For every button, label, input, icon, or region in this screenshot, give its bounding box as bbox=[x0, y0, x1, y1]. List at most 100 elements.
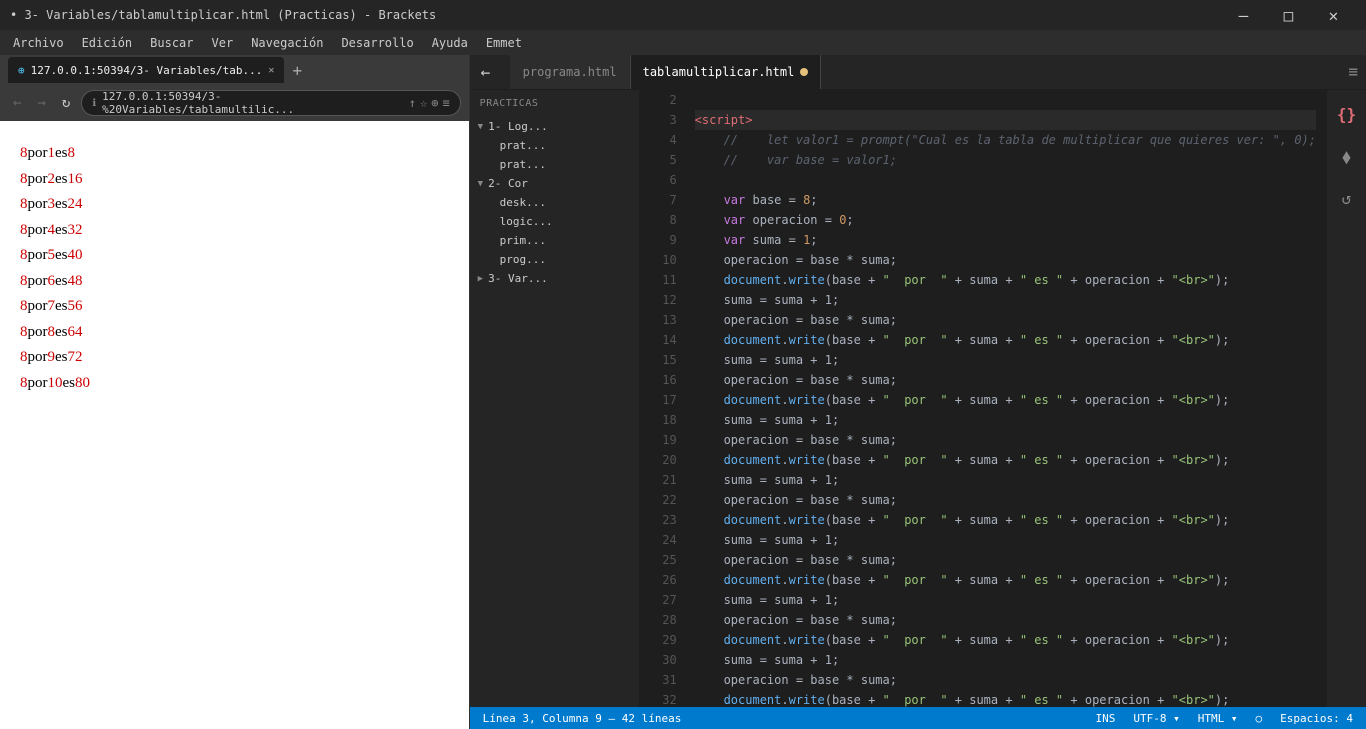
address-bar[interactable]: ℹ 127.0.0.1:50394/3-%20Variables/tablamu… bbox=[81, 90, 460, 116]
nav-back-button[interactable]: ← bbox=[8, 93, 26, 113]
code-line bbox=[695, 90, 1316, 110]
close-button[interactable]: ✕ bbox=[1311, 0, 1356, 30]
right-icon-sync[interactable]: ↺ bbox=[1331, 182, 1363, 214]
title-bar-title: • 3- Variables/tablamultiplicar.html (Pr… bbox=[10, 8, 436, 22]
status-position[interactable]: Línea 3, Columna 9 — 42 líneas bbox=[480, 712, 685, 725]
line-number: 30 bbox=[648, 650, 677, 670]
tree-item-label-prat2: prat... bbox=[500, 158, 546, 171]
line-number: 25 bbox=[648, 550, 677, 570]
tab-programa[interactable]: programa.html bbox=[510, 55, 630, 89]
status-circle: ○ bbox=[1253, 712, 1266, 725]
browser-tab-close[interactable]: ✕ bbox=[268, 65, 274, 76]
tree-item-logic[interactable]: logic... bbox=[470, 212, 639, 231]
code-line: document.write(base + " por " + suma + "… bbox=[695, 630, 1316, 650]
browser-panel: ⊕ 127.0.0.1:50394/3- Variables/tab... ✕ … bbox=[0, 55, 470, 729]
nav-reload-button[interactable]: ↻ bbox=[57, 93, 75, 113]
line-number: 3 bbox=[648, 110, 677, 130]
menu-desarrollo[interactable]: Desarrollo bbox=[333, 34, 421, 52]
menu-ayuda[interactable]: Ayuda bbox=[424, 34, 476, 52]
code-line: var suma = 1; bbox=[695, 230, 1316, 250]
line-number: 10 bbox=[648, 250, 677, 270]
share-icon[interactable]: ↑ bbox=[409, 96, 416, 110]
code-line: suma = suma + 1; bbox=[695, 470, 1316, 490]
status-ins[interactable]: INS bbox=[1093, 712, 1119, 725]
right-sidebar: {} ⬧ ↺ bbox=[1326, 90, 1366, 707]
menu-emmet[interactable]: Emmet bbox=[478, 34, 530, 52]
star-icon[interactable]: ☆ bbox=[420, 96, 427, 110]
code-line: document.write(base + " por " + suma + "… bbox=[695, 570, 1316, 590]
right-icon-brackets[interactable]: {} bbox=[1331, 98, 1363, 130]
line-number: 22 bbox=[648, 490, 677, 510]
lock-icon: ℹ bbox=[92, 98, 96, 109]
code-line: // var base = valor1; bbox=[695, 150, 1316, 170]
status-right: INS UTF-8 ▾ HTML ▾ ○ Espacios: 4 bbox=[1093, 712, 1356, 725]
tree-arrow-3: ▶ bbox=[478, 274, 483, 284]
tab-tablamultiplicar-label: tablamultiplicar.html bbox=[643, 65, 795, 79]
code-line: document.write(base + " por " + suma + "… bbox=[695, 690, 1316, 707]
code-line bbox=[695, 170, 1316, 190]
multiplication-line: 8 por 3 es 24 bbox=[20, 192, 449, 218]
line-number: 6 bbox=[648, 170, 677, 190]
line-number: 12 bbox=[648, 290, 677, 310]
tree-item-prat2[interactable]: prat... bbox=[470, 155, 639, 174]
menu-ver[interactable]: Ver bbox=[204, 34, 242, 52]
maximize-button[interactable]: □ bbox=[1266, 0, 1311, 30]
menu-edicion[interactable]: Edición bbox=[74, 34, 141, 52]
tree-item-prim[interactable]: prim... bbox=[470, 231, 639, 250]
menu-navegacion[interactable]: Navegación bbox=[243, 34, 331, 52]
tab-menu-button[interactable]: ≡ bbox=[1340, 55, 1366, 89]
nav-forward-button[interactable]: → bbox=[32, 93, 50, 113]
code-editor[interactable]: 2345678910111213141516171819202122232425… bbox=[640, 90, 1326, 707]
code-line: // let valor1 = prompt("Cual es la tabla… bbox=[695, 130, 1316, 150]
right-icon-extension[interactable]: ⬧ bbox=[1331, 140, 1363, 172]
address-text: 127.0.0.1:50394/3-%20Variables/tablamult… bbox=[102, 90, 403, 116]
more-icon[interactable]: ≡ bbox=[442, 96, 449, 110]
file-sidebar: Practicas ▼ 1- Log... prat... prat... ▼ … bbox=[470, 90, 640, 707]
line-number: 16 bbox=[648, 370, 677, 390]
line-number: 4 bbox=[648, 130, 677, 150]
tree-item-prog[interactable]: prog... bbox=[470, 250, 639, 269]
tree-arrow-1: ▼ bbox=[478, 122, 483, 132]
status-bar: Línea 3, Columna 9 — 42 líneas INS UTF-8… bbox=[470, 707, 1366, 729]
code-line: operacion = base * suma; bbox=[695, 370, 1316, 390]
browser-tab-icon: ⊕ bbox=[18, 64, 25, 77]
menu-archivo[interactable]: Archivo bbox=[5, 34, 72, 52]
browser-new-tab-button[interactable]: + bbox=[288, 61, 306, 80]
minimize-button[interactable]: – bbox=[1221, 0, 1266, 30]
tree-item-prat1[interactable]: prat... bbox=[470, 136, 639, 155]
code-lines: <script> // let valor1 = prompt("Cual es… bbox=[685, 90, 1326, 707]
code-line: operacion = base * suma; bbox=[695, 430, 1316, 450]
line-number: 17 bbox=[648, 390, 677, 410]
menu-bar: Archivo Edición Buscar Ver Navegación De… bbox=[0, 30, 1366, 55]
tree-folder-3var[interactable]: ▶ 3- Var... bbox=[470, 269, 639, 288]
tab-tablamultiplicar[interactable]: tablamultiplicar.html bbox=[630, 55, 822, 89]
line-number: 8 bbox=[648, 210, 677, 230]
code-line: suma = suma + 1; bbox=[695, 590, 1316, 610]
browser-nav: ← → ↻ ℹ 127.0.0.1:50394/3-%20Variables/t… bbox=[0, 85, 469, 121]
line-number: 31 bbox=[648, 670, 677, 690]
status-encoding[interactable]: UTF-8 ▾ bbox=[1130, 712, 1182, 725]
tree-label-1log: 1- Log... bbox=[488, 120, 548, 133]
tree-folder-2cor[interactable]: ▼ 2- Cor bbox=[470, 174, 639, 193]
menu-buscar[interactable]: Buscar bbox=[142, 34, 201, 52]
line-numbers: 2345678910111213141516171819202122232425… bbox=[640, 90, 685, 707]
status-spaces[interactable]: Espacios: 4 bbox=[1277, 712, 1356, 725]
status-left: Línea 3, Columna 9 — 42 líneas bbox=[480, 712, 685, 725]
line-number: 18 bbox=[648, 410, 677, 430]
multiplication-line: 8 por 9 es 72 bbox=[20, 345, 449, 371]
line-number: 9 bbox=[648, 230, 677, 250]
code-line: operacion = base * suma; bbox=[695, 670, 1316, 690]
editor-tab-bar: ← programa.html tablamultiplicar.html ≡ bbox=[470, 55, 1366, 90]
tree-folder-1log[interactable]: ▼ 1- Log... bbox=[470, 117, 639, 136]
line-number: 32 bbox=[648, 690, 677, 707]
tree-item-desk[interactable]: desk... bbox=[470, 193, 639, 212]
line-number: 24 bbox=[648, 530, 677, 550]
browser-tab-active[interactable]: ⊕ 127.0.0.1:50394/3- Variables/tab... ✕ bbox=[8, 57, 284, 83]
code-line: suma = suma + 1; bbox=[695, 290, 1316, 310]
multiplication-line: 8 por 7 es 56 bbox=[20, 294, 449, 320]
extension-icon[interactable]: ⊕ bbox=[431, 96, 438, 110]
main-area: ⊕ 127.0.0.1:50394/3- Variables/tab... ✕ … bbox=[0, 55, 1366, 729]
status-language[interactable]: HTML ▾ bbox=[1195, 712, 1241, 725]
line-number: 2 bbox=[648, 90, 677, 110]
tab-back-button[interactable]: ← bbox=[475, 60, 497, 85]
